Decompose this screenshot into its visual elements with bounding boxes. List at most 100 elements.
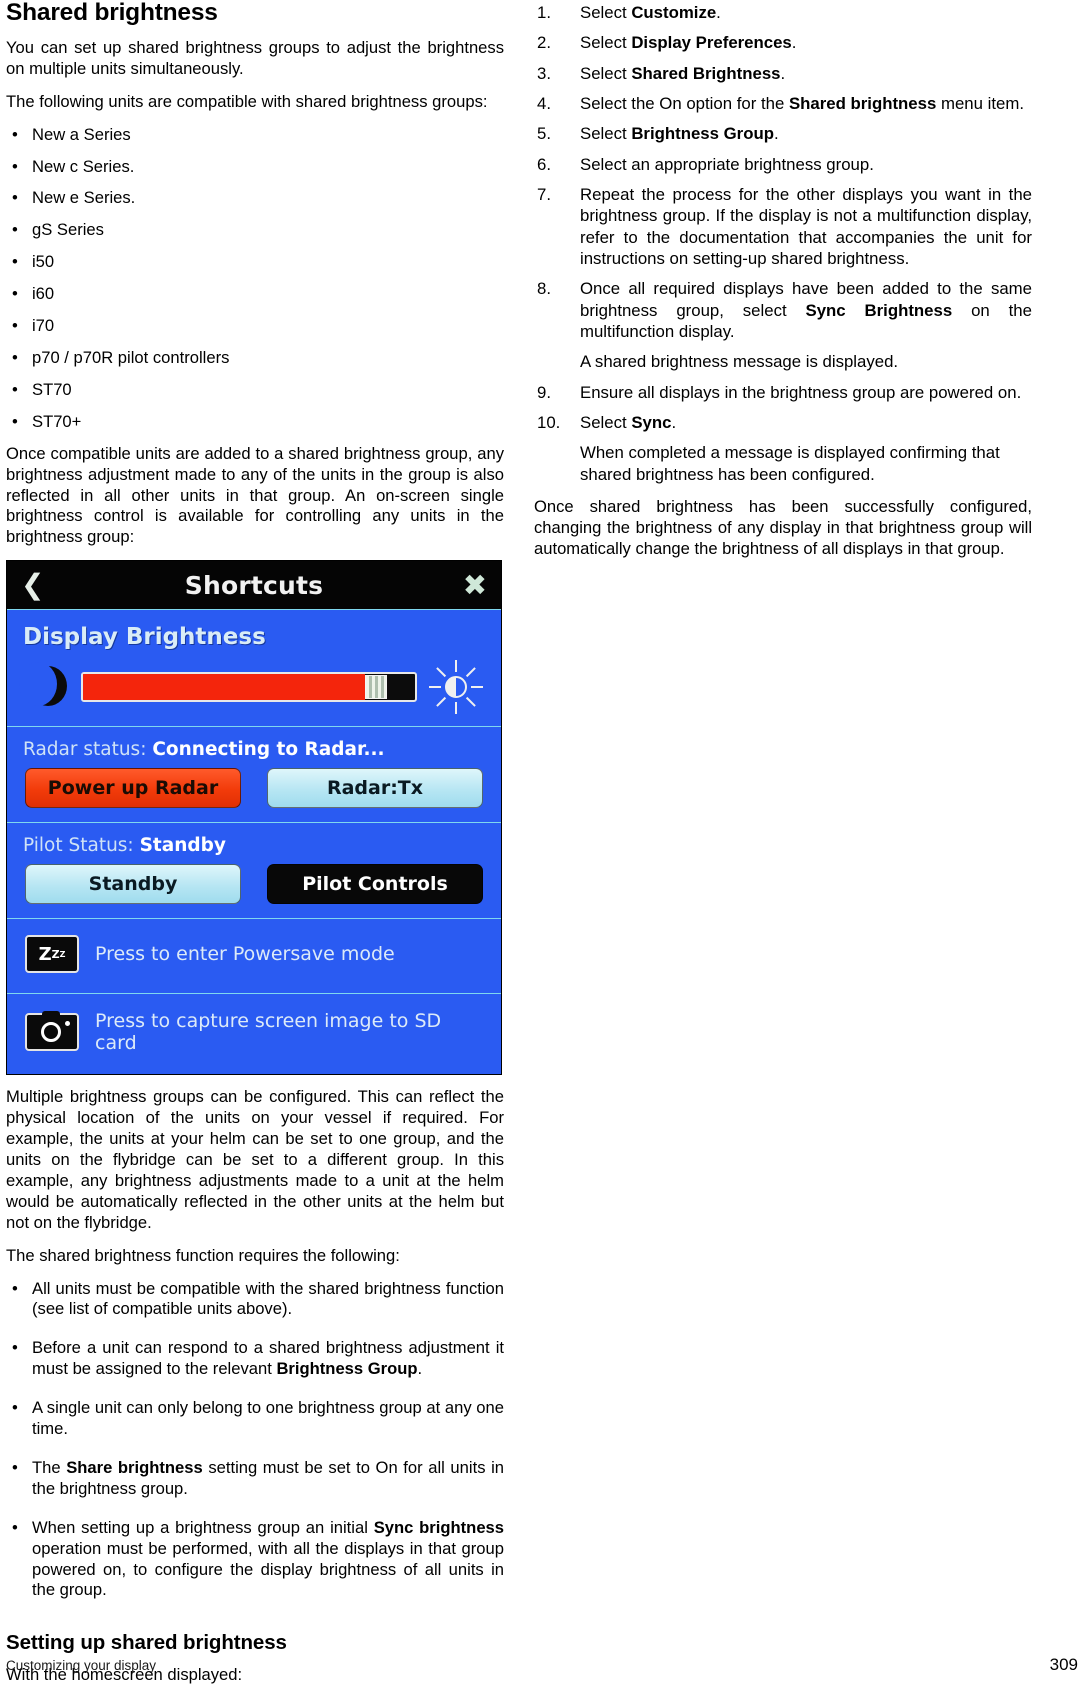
radar-status: Radar status: Connecting to Radar... bbox=[23, 739, 487, 760]
close-x-icon[interactable]: ✖ bbox=[463, 570, 487, 600]
radar-status-label: Radar status: bbox=[23, 739, 147, 761]
req-post: . bbox=[417, 1359, 423, 1379]
step-bold: Shared Brightness bbox=[631, 63, 781, 83]
power-up-radar-button[interactable]: Power up Radar bbox=[25, 768, 241, 809]
device-screenshot-figure: ❮ Shortcuts ✖ Display Brightness Radar s… bbox=[6, 560, 502, 1076]
step-post: . bbox=[671, 412, 677, 432]
list-item: All units must be compatible with the sh… bbox=[6, 1279, 504, 1321]
step-text: Select bbox=[580, 124, 632, 144]
brightness-slider-fill bbox=[83, 674, 366, 701]
step-item: Select Sync. When completed a message is… bbox=[534, 412, 1032, 485]
standby-button[interactable]: Standby bbox=[25, 864, 241, 905]
step-post: . bbox=[773, 124, 779, 144]
two-column-layout: Shared brightness You can set up shared … bbox=[0, 0, 1088, 1698]
brightness-slider[interactable] bbox=[81, 672, 417, 703]
list-item: ST70 bbox=[6, 380, 504, 401]
step-bold: Customize bbox=[631, 3, 717, 22]
step-item: Select Brightness Group. bbox=[534, 123, 1032, 145]
step-post: . bbox=[780, 63, 786, 83]
capture-row[interactable]: Press to capture screen image to SD card bbox=[21, 1004, 487, 1060]
list-item: Before a unit can respond to a shared br… bbox=[6, 1338, 504, 1380]
step-post: menu item. bbox=[936, 93, 1024, 113]
brightness-slider-knob[interactable] bbox=[365, 675, 388, 700]
closing-paragraph: Once shared brightness has been successf… bbox=[534, 496, 1032, 558]
compatible-units-list: New a Series New c Series. New e Series.… bbox=[6, 125, 504, 433]
step-item: Select Shared Brightness. bbox=[534, 63, 1032, 85]
step-item: Once all required displays have been add… bbox=[534, 278, 1032, 372]
capture-panel[interactable]: Press to capture screen image to SD card bbox=[7, 993, 501, 1075]
list-item: ST70+ bbox=[6, 412, 504, 433]
step-item: Select Display Preferences. bbox=[534, 32, 1032, 54]
radar-panel: Radar status: Connecting to Radar... Pow… bbox=[7, 726, 501, 823]
req-text: Before a unit can respond to a shared br… bbox=[32, 1338, 504, 1379]
req-text: The bbox=[32, 1457, 67, 1477]
step-text: Select bbox=[580, 412, 632, 432]
step-post: . bbox=[791, 33, 797, 53]
setup-section-title: Setting up shared brightness bbox=[6, 1631, 287, 1655]
step-bold: Sync Brightness bbox=[805, 300, 953, 320]
list-item: New a Series bbox=[6, 125, 504, 146]
step-text: Select bbox=[580, 63, 632, 83]
page-footer: Customizing your display 309 bbox=[0, 1655, 1088, 1675]
step-item: Select an appropriate brightness group. bbox=[534, 154, 1032, 176]
step-bold: Display Preferences bbox=[631, 33, 792, 53]
req-post: operation must be performed, with all th… bbox=[32, 1538, 504, 1600]
req-text: All units must be compatible with the sh… bbox=[32, 1278, 504, 1319]
list-item: i50 bbox=[6, 252, 504, 273]
radar-tx-button[interactable]: Radar:Tx bbox=[267, 768, 483, 809]
zzz-icon[interactable]: ZZZ bbox=[25, 935, 79, 974]
step-note: A shared brightness message is displayed… bbox=[580, 352, 899, 372]
step-item: Repeat the process for the other display… bbox=[534, 184, 1032, 269]
setup-steps-list: Select Customize. Select Display Prefere… bbox=[534, 2, 1032, 485]
step-text: Select an appropriate brightness group. bbox=[580, 154, 874, 174]
brightness-slider-row bbox=[19, 660, 487, 715]
radar-status-value: Connecting to Radar... bbox=[152, 739, 385, 761]
pilot-controls-button[interactable]: Pilot Controls bbox=[267, 864, 483, 905]
req-bold: Sync brightness bbox=[373, 1517, 505, 1537]
list-item: A single unit can only belong to one bri… bbox=[6, 1398, 504, 1440]
pilot-status-label: Pilot Status: bbox=[23, 835, 134, 857]
req-bold: Share brightness bbox=[66, 1457, 203, 1477]
list-item: The Share brightness setting must be set… bbox=[6, 1458, 504, 1500]
requirements-intro: The shared brightness function requires … bbox=[6, 1245, 400, 1265]
step-text: Select bbox=[580, 3, 632, 22]
step-text: Select the On option for the bbox=[580, 93, 789, 113]
camera-icon[interactable] bbox=[25, 1011, 79, 1052]
display-brightness-heading: Display Brightness bbox=[23, 624, 266, 651]
pilot-status: Pilot Status: Standby bbox=[23, 835, 487, 856]
device-titlebar: ❮ Shortcuts ✖ bbox=[7, 561, 501, 610]
step-text: Ensure all displays in the brightness gr… bbox=[580, 382, 1022, 402]
list-item: p70 / p70R pilot controllers bbox=[6, 348, 504, 369]
powersave-row[interactable]: ZZZ Press to enter Powersave mode bbox=[21, 929, 487, 979]
step-bold: Sync bbox=[631, 412, 672, 432]
step-post: . bbox=[716, 3, 721, 22]
step-item: Select Customize. bbox=[534, 2, 1032, 24]
req-bold: Brightness Group bbox=[276, 1359, 418, 1379]
list-item: gS Series bbox=[6, 220, 504, 241]
powersave-panel[interactable]: ZZZ Press to enter Powersave mode bbox=[7, 918, 501, 994]
list-item: When setting up a brightness group an in… bbox=[6, 1518, 504, 1602]
list-item: New e Series. bbox=[6, 188, 504, 209]
footer-chapter: Customizing your display bbox=[6, 1658, 157, 1673]
display-brightness-panel: Display Brightness bbox=[7, 609, 501, 727]
req-text: A single unit can only belong to one bri… bbox=[32, 1398, 504, 1439]
intro-paragraph-1: You can set up shared brightness groups … bbox=[6, 37, 504, 78]
capture-label: Press to capture screen image to SD card bbox=[95, 1010, 442, 1055]
step-bold: Shared brightness bbox=[788, 93, 937, 113]
pilot-panel: Pilot Status: Standby Standby Pilot Cont… bbox=[7, 822, 501, 919]
page-title: Shared brightness bbox=[6, 0, 218, 26]
footer-page-number: 309 bbox=[1049, 1655, 1078, 1674]
list-item: New c Series. bbox=[6, 157, 504, 178]
req-text: When setting up a brightness group an in… bbox=[32, 1517, 374, 1537]
pilot-status-value: Standby bbox=[139, 835, 226, 857]
right-column: Select Customize. Select Display Prefere… bbox=[534, 0, 1032, 1698]
step-bold: Brightness Group bbox=[631, 124, 774, 144]
moon-icon bbox=[19, 662, 69, 710]
pilot-button-row: Standby Pilot Controls bbox=[21, 864, 487, 905]
step-item: Select the On option for the Shared brig… bbox=[534, 93, 1032, 115]
step-item: Ensure all displays in the brightness gr… bbox=[534, 382, 1032, 404]
step-text: Repeat the process for the other display… bbox=[580, 184, 1032, 268]
left-column: Shared brightness You can set up shared … bbox=[6, 0, 504, 1698]
chevron-left-icon[interactable]: ❮ bbox=[21, 571, 44, 599]
step-text: Select bbox=[580, 33, 632, 53]
